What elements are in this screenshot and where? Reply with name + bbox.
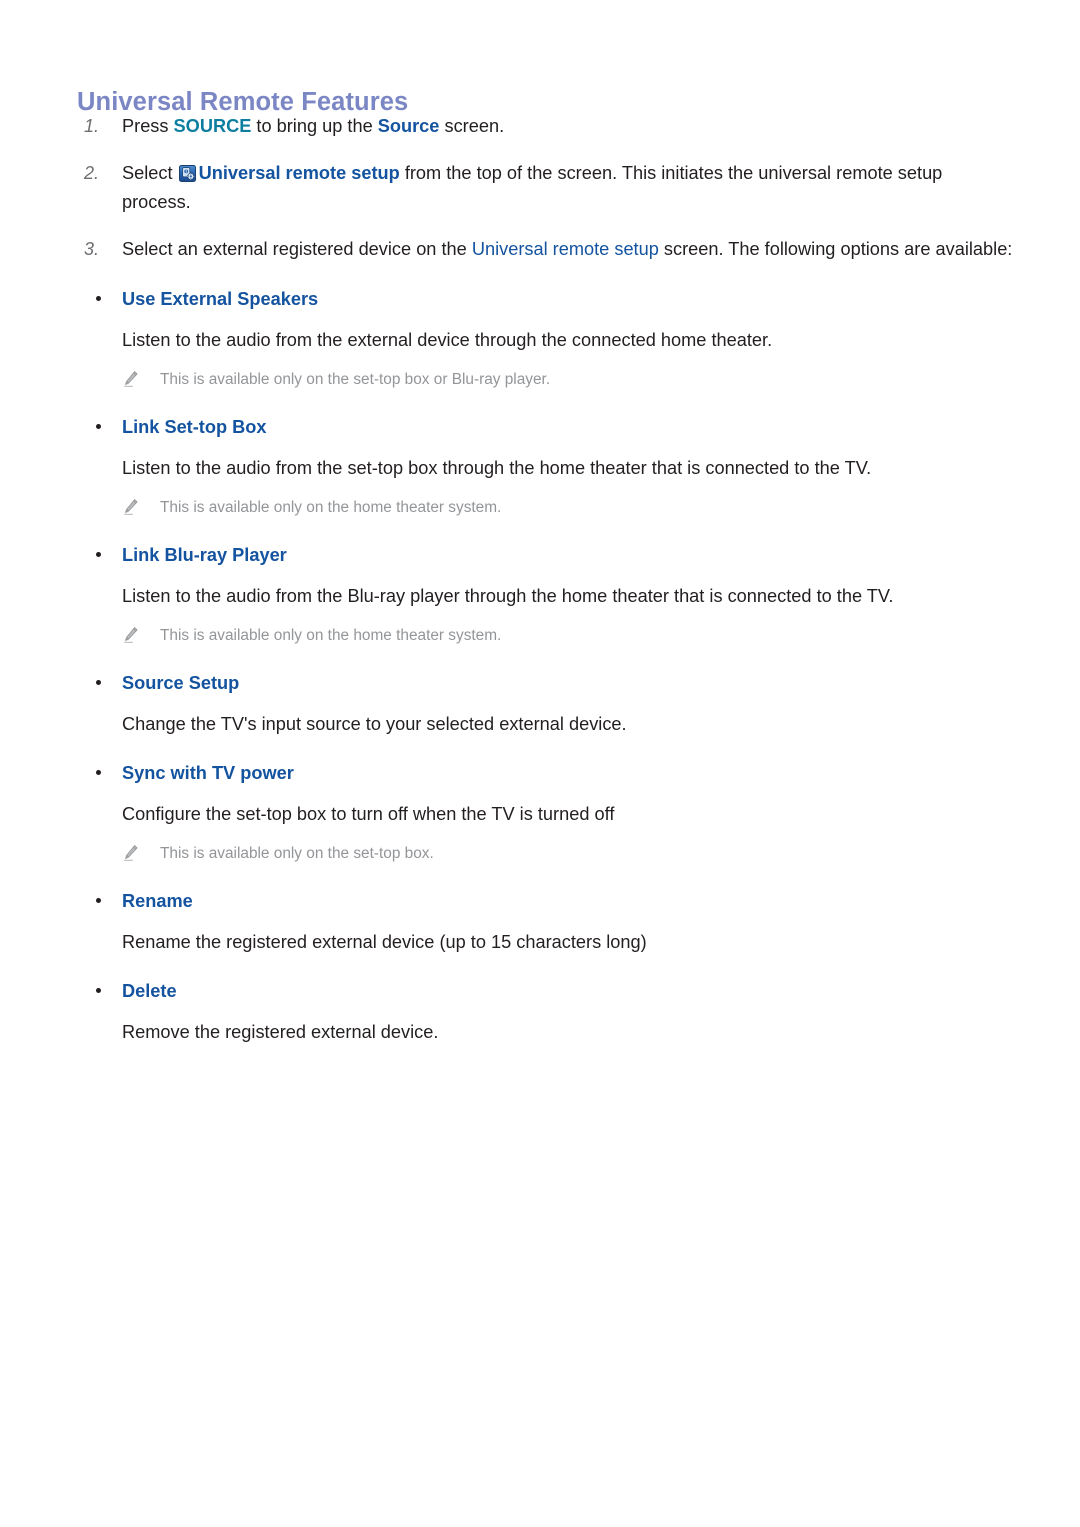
- option-heading-label: Sync with TV power: [122, 763, 294, 783]
- universal-remote-setup-keyword: Universal remote setup: [471, 239, 659, 259]
- step-number: 1.: [84, 116, 100, 136]
- bullet-dot-icon: [96, 680, 101, 685]
- option-note: This is available only on the set-top bo…: [0, 842, 1080, 866]
- option-block: Source Setup Change the TV's input sourc…: [0, 670, 1080, 738]
- bullet-dot-icon: [96, 898, 101, 903]
- option-description: Remove the registered external device.: [122, 1022, 439, 1042]
- option-description: Listen to the audio from the external de…: [122, 330, 773, 350]
- option-block: Link Blu-ray Player Listen to the audio …: [0, 542, 1080, 648]
- bullet-dot-icon: [96, 296, 101, 301]
- bullet-dot-icon: [96, 424, 101, 429]
- pencil-icon: [122, 370, 139, 388]
- option-heading: Source Setup: [0, 670, 1080, 696]
- option-description: Rename the registered external device (u…: [122, 932, 647, 952]
- option-heading-label: Link Blu-ray Player: [122, 545, 287, 565]
- ordered-step: 2. Select Universal remote setup from th…: [0, 159, 1080, 217]
- option-note-label: This is available only on the home theat…: [160, 627, 502, 644]
- step-text-fragment: Press: [122, 116, 174, 136]
- option-description: Configure the set-top box to turn off wh…: [122, 804, 615, 824]
- document-page: Universal Remote Features 1. Press SOURC…: [0, 0, 1080, 1527]
- option-block: Use External Speakers Listen to the audi…: [0, 286, 1080, 392]
- step-text: Select Universal remote setup from the t…: [122, 163, 942, 212]
- step-text-fragment: screen. The following options are availa…: [658, 239, 1013, 259]
- option-note: This is available only on the home theat…: [0, 496, 1080, 520]
- step-number: 3.: [84, 239, 100, 259]
- option-block: Rename Rename the registered external de…: [0, 888, 1080, 956]
- option-heading: Rename: [0, 888, 1080, 914]
- option-description: Change the TV's input source to your sel…: [122, 714, 627, 734]
- option-heading-label: Source Setup: [122, 673, 240, 693]
- option-block: Link Set-top Box Listen to the audio fro…: [0, 414, 1080, 520]
- step-text-fragment: to bring up the: [251, 116, 378, 136]
- document-content: 1. Press SOURCE to bring up the Source s…: [0, 112, 1080, 1046]
- option-heading: Sync with TV power: [0, 760, 1080, 786]
- option-heading-label: Delete: [122, 981, 177, 1001]
- option-description: Listen to the audio from the Blu-ray pla…: [122, 586, 894, 606]
- step-text-fragment: Select an external registered device on …: [122, 239, 472, 259]
- option-heading-label: Use External Speakers: [122, 289, 319, 309]
- step-text: Select an external registered device on …: [122, 239, 1012, 259]
- option-note-label: This is available only on the set-top bo…: [160, 845, 434, 862]
- option-heading-label: Link Set-top Box: [122, 417, 267, 437]
- universal-remote-setup-icon: [178, 165, 196, 182]
- option-heading: Delete: [0, 978, 1080, 1004]
- option-heading-label: Rename: [122, 891, 193, 911]
- option-block: Sync with TV power Configure the set-top…: [0, 760, 1080, 866]
- step-text: Press SOURCE to bring up the Source scre…: [122, 116, 504, 136]
- step-text-fragment: screen.: [439, 116, 505, 136]
- universal-remote-setup-keyword: Universal remote setup: [198, 163, 400, 183]
- step-text-fragment: Select: [122, 163, 178, 183]
- bullet-dot-icon: [96, 770, 101, 775]
- option-heading: Use External Speakers: [0, 286, 1080, 312]
- option-block: Delete Remove the registered external de…: [0, 978, 1080, 1046]
- pencil-icon: [122, 844, 139, 862]
- pencil-icon: [122, 498, 139, 516]
- pencil-icon: [122, 626, 139, 644]
- option-note: This is available only on the home theat…: [0, 624, 1080, 648]
- option-heading: Link Blu-ray Player: [0, 542, 1080, 568]
- ordered-step: 1. Press SOURCE to bring up the Source s…: [0, 112, 1080, 141]
- option-note-label: This is available only on the home theat…: [160, 499, 502, 516]
- bullet-dot-icon: [96, 988, 101, 993]
- bullet-dot-icon: [96, 552, 101, 557]
- step-number: 2.: [84, 163, 100, 183]
- option-note-label: This is available only on the set-top bo…: [160, 371, 551, 388]
- ordered-step: 3. Select an external registered device …: [0, 235, 1080, 264]
- option-heading: Link Set-top Box: [0, 414, 1080, 440]
- option-note: This is available only on the set-top bo…: [0, 368, 1080, 392]
- option-description: Listen to the audio from the set-top box…: [122, 458, 872, 478]
- source-key-keyword: SOURCE: [173, 116, 252, 136]
- source-screen-keyword: Source: [377, 116, 440, 136]
